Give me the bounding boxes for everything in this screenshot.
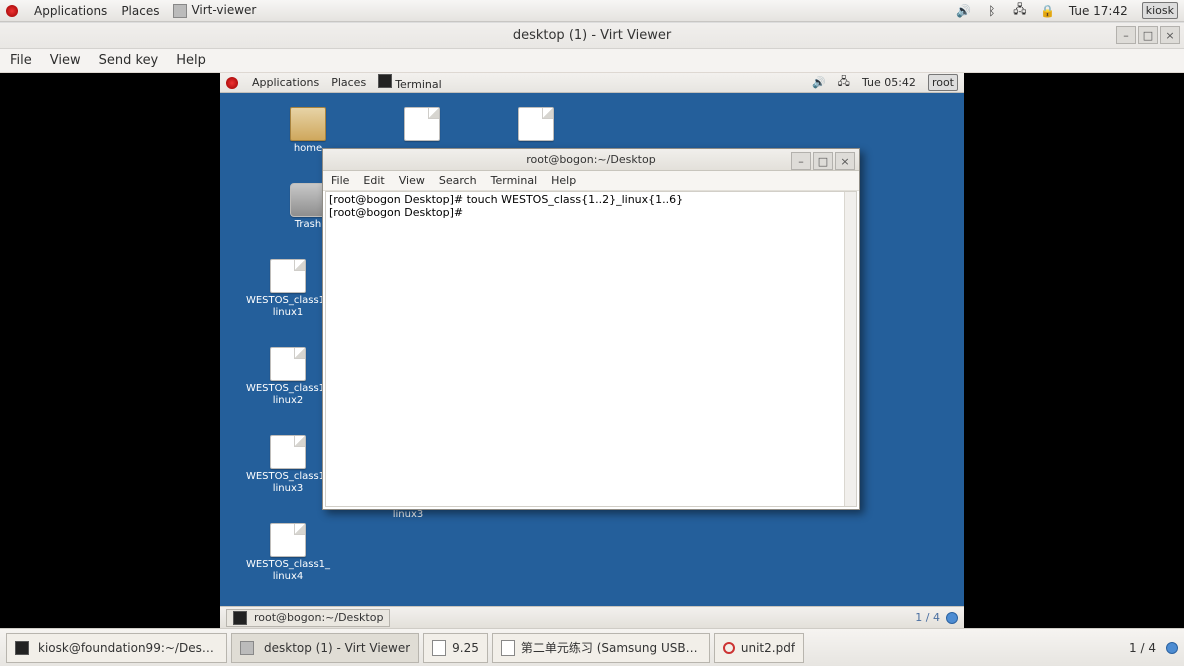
battery-icon[interactable]: 🔒: [1041, 4, 1055, 18]
guest-applications-menu[interactable]: Applications: [252, 76, 319, 89]
host-clock[interactable]: Tue 17:42: [1069, 4, 1128, 18]
guest-desktop[interactable]: Applications Places Terminal 🔊 🖧 Tue 05:…: [220, 73, 964, 628]
redhat-icon: [6, 5, 18, 17]
guest-workspace-switcher-icon[interactable]: [946, 612, 958, 624]
file-icon: [270, 259, 306, 293]
host-workspace-indicator[interactable]: 1 / 4: [1129, 641, 1156, 655]
guest-top-panel: Applications Places Terminal 🔊 🖧 Tue 05:…: [220, 73, 964, 93]
term-menu-file[interactable]: File: [331, 174, 349, 187]
vv-menubar: File View Send key Help: [0, 49, 1184, 73]
desktop-icon-file-a[interactable]: [374, 107, 470, 143]
host-places-menu[interactable]: Places: [121, 4, 159, 18]
vv-titlebar[interactable]: desktop (1) - Virt Viewer – □ ×: [0, 23, 1184, 49]
guest-volume-icon[interactable]: 🔊: [812, 76, 826, 89]
guest-frame: Applications Places Terminal 🔊 🖧 Tue 05:…: [0, 73, 1184, 628]
vv-menu-help[interactable]: Help: [176, 53, 206, 68]
terminal-icon: [378, 74, 392, 88]
vv-maximize-button[interactable]: □: [1138, 26, 1158, 44]
file-icon: [270, 347, 306, 381]
term-menu-search[interactable]: Search: [439, 174, 477, 187]
guest-clock[interactable]: Tue 05:42: [862, 76, 916, 89]
host-user[interactable]: kiosk: [1142, 2, 1178, 19]
desktop-icon-file-b[interactable]: [488, 107, 584, 143]
guest-taskbar-item-terminal[interactable]: root@bogon:~/Desktop: [226, 609, 390, 627]
desktop-icon-westos4[interactable]: WESTOS_class1_linux4: [240, 523, 336, 583]
terminal-line: [root@bogon Desktop]#: [329, 206, 853, 219]
host-applications-menu[interactable]: Applications: [34, 4, 107, 18]
host-task-pdf[interactable]: unit2.pdf: [714, 633, 804, 663]
host-task-terminal[interactable]: kiosk@foundation99:~/Desktop: [6, 633, 227, 663]
vv-title-text: desktop (1) - Virt Viewer: [513, 28, 671, 43]
document-icon: [501, 640, 515, 656]
trash-icon: [290, 183, 326, 217]
document-icon: [432, 640, 446, 656]
guest-running-app[interactable]: Terminal: [378, 74, 442, 91]
vv-menu-file[interactable]: File: [10, 53, 32, 68]
host-taskbar: kiosk@foundation99:~/Desktop desktop (1)…: [0, 628, 1184, 666]
guest-user[interactable]: root: [928, 74, 958, 91]
guest-terminal-titlebar[interactable]: root@bogon:~/Desktop – □ ×: [323, 149, 859, 171]
virt-viewer-icon: [240, 641, 254, 655]
pdf-icon: [723, 642, 735, 654]
host-task-doc2[interactable]: 第二单元练习 (Samsung USB /r...: [492, 633, 710, 663]
terminal-scrollbar[interactable]: [844, 192, 856, 506]
host-task-virtviewer[interactable]: desktop (1) - Virt Viewer: [231, 633, 419, 663]
virt-viewer-window: desktop (1) - Virt Viewer – □ × File Vie…: [0, 22, 1184, 628]
guest-terminal-window: root@bogon:~/Desktop – □ × File Edit Vie…: [322, 148, 860, 510]
volume-icon[interactable]: 🔊: [957, 4, 971, 18]
host-task-doc1[interactable]: 9.25: [423, 633, 488, 663]
terminal-icon: [233, 611, 247, 625]
file-icon: [404, 107, 440, 141]
guest-redhat-icon: [226, 77, 238, 89]
vv-menu-view[interactable]: View: [50, 53, 81, 68]
guest-terminal-body[interactable]: [root@bogon Desktop]# touch WESTOS_class…: [325, 191, 857, 507]
guest-term-minimize-button[interactable]: –: [791, 152, 811, 170]
host-workspace-switcher-icon[interactable]: [1166, 642, 1178, 654]
guest-taskbar: root@bogon:~/Desktop 1 / 4: [220, 606, 964, 628]
term-menu-view[interactable]: View: [399, 174, 425, 187]
virt-viewer-icon: [173, 4, 187, 18]
desktop-icon-partially-hidden[interactable]: linux3: [360, 509, 456, 521]
guest-term-maximize-button[interactable]: □: [813, 152, 833, 170]
vv-minimize-button[interactable]: –: [1116, 26, 1136, 44]
host-top-panel: Applications Places Virt-viewer 🔊 ᛒ 🖧 🔒 …: [0, 0, 1184, 22]
guest-terminal-title: root@bogon:~/Desktop: [526, 153, 655, 166]
term-menu-edit[interactable]: Edit: [363, 174, 384, 187]
term-menu-help[interactable]: Help: [551, 174, 576, 187]
folder-icon: [290, 107, 326, 141]
guest-term-close-button[interactable]: ×: [835, 152, 855, 170]
guest-places-menu[interactable]: Places: [331, 76, 366, 89]
guest-network-icon[interactable]: 🖧: [838, 73, 850, 92]
vv-menu-sendkey[interactable]: Send key: [99, 53, 159, 68]
network-icon[interactable]: 🖧: [1013, 4, 1027, 18]
host-running-app[interactable]: Virt-viewer: [173, 3, 256, 18]
bluetooth-icon[interactable]: ᛒ: [985, 4, 999, 18]
guest-terminal-menubar: File Edit View Search Terminal Help: [323, 171, 859, 191]
file-icon: [518, 107, 554, 141]
file-icon: [270, 435, 306, 469]
terminal-line: [root@bogon Desktop]# touch WESTOS_class…: [329, 193, 853, 206]
term-menu-terminal[interactable]: Terminal: [491, 174, 538, 187]
terminal-icon: [15, 641, 29, 655]
vv-close-button[interactable]: ×: [1160, 26, 1180, 44]
file-icon: [270, 523, 306, 557]
guest-workspace-indicator[interactable]: 1 / 4: [915, 611, 940, 624]
